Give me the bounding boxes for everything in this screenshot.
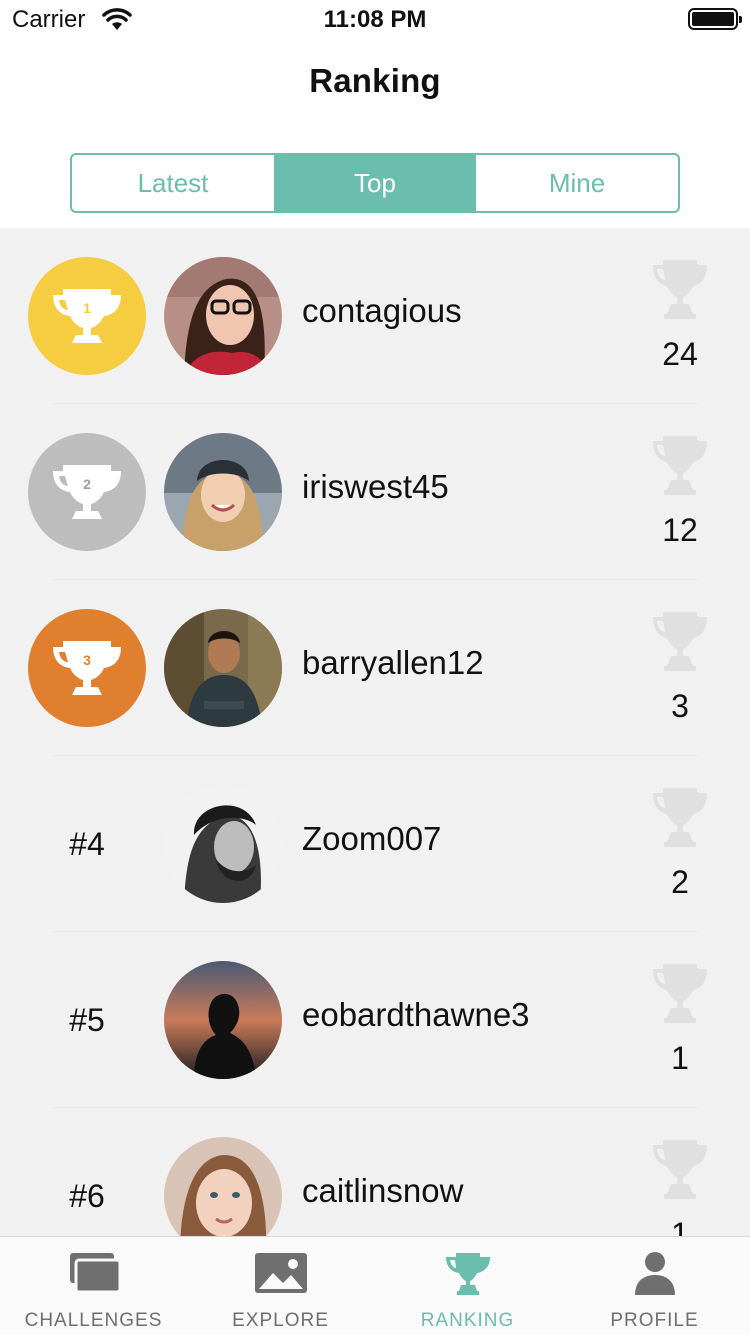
trophy-count: 1 bbox=[671, 1040, 689, 1076]
avatar[interactable] bbox=[164, 609, 282, 727]
trophy-count: 24 bbox=[662, 336, 698, 372]
ranking-filter-segmented-control: Latest Top Mine bbox=[70, 153, 680, 213]
avatar[interactable] bbox=[164, 785, 282, 903]
ranking-row[interactable]: #4 Zoom007 2 bbox=[0, 756, 750, 932]
ranking-row[interactable]: 2 iriswest45 12 bbox=[0, 404, 750, 580]
tab-bar: CHALLENGES EXPLORE RANKING PROFILE bbox=[0, 1236, 750, 1334]
username[interactable]: caitlinsnow bbox=[302, 1172, 463, 1210]
tab-explore[interactable]: EXPLORE bbox=[187, 1237, 374, 1335]
segment-latest[interactable]: Latest bbox=[72, 155, 274, 211]
status-bar: Carrier 11:08 PM bbox=[0, 0, 750, 40]
tab-label: CHALLENGES bbox=[24, 1310, 163, 1331]
ranking-row[interactable]: #6 caitlinsnow 1 bbox=[0, 1108, 750, 1236]
explore-icon bbox=[254, 1253, 307, 1293]
trophy-count-icon bbox=[653, 612, 707, 671]
status-time: 11:08 PM bbox=[323, 6, 427, 33]
segment-mine[interactable]: Mine bbox=[476, 155, 678, 211]
tab-challenges[interactable]: CHALLENGES bbox=[0, 1237, 187, 1335]
ranking-row[interactable]: 3 barryallen12 3 bbox=[0, 580, 750, 756]
tab-profile[interactable]: PROFILE bbox=[561, 1237, 748, 1335]
rank-label bbox=[28, 609, 146, 727]
rank-label: #5 bbox=[69, 1001, 105, 1038]
ranking-list[interactable]: 1 contagious 24 2 iriswest45 12 3 barrya… bbox=[0, 228, 750, 1236]
username[interactable]: eobardthawne3 bbox=[302, 996, 530, 1034]
rank-label bbox=[28, 257, 146, 375]
avatar[interactable] bbox=[164, 961, 282, 1079]
battery-icon bbox=[688, 8, 742, 30]
page-title: Ranking bbox=[309, 62, 441, 99]
username[interactable]: iriswest45 bbox=[302, 468, 449, 506]
trophy-count-icon bbox=[653, 788, 707, 847]
rank-label: #6 bbox=[69, 1177, 105, 1214]
challenges-icon bbox=[69, 1253, 121, 1294]
trophy-icon bbox=[445, 1253, 490, 1295]
segment-top[interactable]: Top bbox=[274, 155, 476, 211]
avatar[interactable] bbox=[164, 1137, 282, 1236]
ranking-row[interactable]: #5 eobardthawne3 1 bbox=[0, 932, 750, 1108]
rank-label: #4 bbox=[69, 825, 105, 862]
trophy-count: 12 bbox=[662, 512, 698, 548]
rank-label bbox=[28, 433, 146, 551]
trophy-count: 3 bbox=[671, 688, 689, 724]
trophy-count-icon bbox=[653, 1140, 707, 1199]
trophy-count-icon bbox=[653, 436, 707, 495]
username[interactable]: contagious bbox=[302, 292, 462, 330]
trophy-count-icon bbox=[653, 964, 707, 1023]
ranking-row[interactable]: 1 contagious 24 bbox=[0, 228, 750, 404]
username[interactable]: barryallen12 bbox=[302, 644, 484, 682]
username[interactable]: Zoom007 bbox=[302, 820, 441, 858]
trophy-count: 1 bbox=[671, 1216, 689, 1236]
tab-label: RANKING bbox=[420, 1310, 515, 1331]
avatar[interactable] bbox=[164, 433, 282, 551]
avatar[interactable] bbox=[164, 257, 282, 375]
trophy-count-icon bbox=[653, 260, 707, 319]
trophy-count: 2 bbox=[671, 864, 689, 900]
tab-label: PROFILE bbox=[610, 1310, 699, 1331]
tab-label: EXPLORE bbox=[232, 1310, 329, 1331]
profile-icon bbox=[634, 1252, 675, 1295]
tab-ranking[interactable]: RANKING bbox=[374, 1237, 561, 1335]
